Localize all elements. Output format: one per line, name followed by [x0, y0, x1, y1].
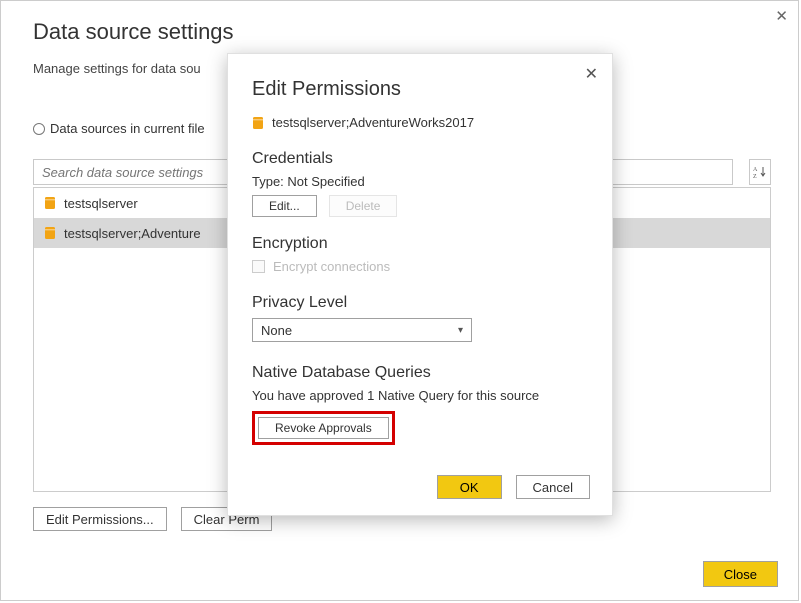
scope-current-file-radio[interactable]: Data sources in current file [33, 121, 205, 136]
credentials-delete-button: Delete [329, 195, 398, 217]
encrypt-label: Encrypt connections [273, 259, 390, 274]
encrypt-checkbox [252, 260, 265, 273]
chevron-down-icon: ▾ [458, 325, 463, 336]
cancel-button[interactable]: Cancel [516, 475, 590, 499]
edit-permissions-button[interactable]: Edit Permissions... [33, 507, 167, 531]
privacy-level-value: None [261, 323, 292, 338]
dialog-source-label: testsqlserver;AdventureWorks2017 [272, 115, 474, 130]
credentials-heading: Credentials [252, 150, 588, 168]
encryption-heading: Encryption [252, 235, 588, 253]
page-title: Data source settings [33, 19, 234, 45]
close-button[interactable]: Close [703, 561, 778, 587]
privacy-level-select[interactable]: None ▾ [252, 318, 472, 342]
revoke-highlight: Revoke Approvals [252, 411, 395, 445]
credentials-edit-button[interactable]: Edit... [252, 195, 317, 217]
sort-button[interactable]: A Z [749, 159, 771, 185]
radio-icon [33, 123, 45, 135]
data-source-label: testsqlserver;Adventure [64, 226, 201, 241]
credentials-type-label: Type: Not Specified [252, 174, 588, 189]
scope-current-file-label: Data sources in current file [50, 121, 205, 136]
dialog-title: Edit Permissions [252, 78, 588, 101]
privacy-heading: Privacy Level [252, 294, 588, 312]
svg-text:A: A [753, 167, 758, 173]
ok-button[interactable]: OK [437, 475, 502, 499]
sort-az-icon: A Z [753, 165, 767, 179]
dialog-source-row: testsqlserver;AdventureWorks2017 [252, 115, 588, 130]
svg-text:Z: Z [753, 174, 757, 179]
data-source-label: testsqlserver [64, 196, 138, 211]
page-subtitle: Manage settings for data sou [33, 61, 201, 76]
window-close-icon[interactable]: ✕ [775, 7, 788, 25]
dialog-close-icon[interactable]: ✕ [585, 64, 598, 84]
native-queries-status: You have approved 1 Native Query for thi… [252, 388, 588, 403]
database-icon [44, 196, 56, 210]
revoke-approvals-button[interactable]: Revoke Approvals [258, 417, 389, 439]
edit-permissions-dialog: ✕ Edit Permissions testsqlserver;Adventu… [227, 53, 613, 516]
window-frame: ✕ Data source settings Manage settings f… [0, 0, 799, 601]
database-icon [44, 226, 56, 240]
database-icon [252, 116, 264, 130]
native-queries-heading: Native Database Queries [252, 364, 588, 382]
